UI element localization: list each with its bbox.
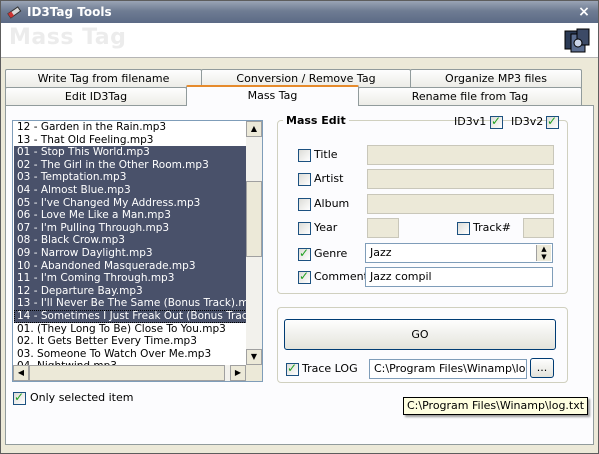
go-button[interactable]: GO xyxy=(284,319,556,350)
header-banner: Mass Tag xyxy=(1,23,598,58)
chevron-updown-icon[interactable]: ▲ ▼ xyxy=(536,245,551,261)
list-item[interactable]: 12 - Garden in the Rain.mp3 xyxy=(14,121,247,134)
scroll-thumb[interactable] xyxy=(246,181,262,257)
log-path-field[interactable]: C:\Program Files\Winamp\log.txt xyxy=(369,359,527,379)
list-item[interactable]: 03 - Temptation.mp3 xyxy=(14,171,247,184)
album-field[interactable] xyxy=(367,194,554,214)
list-item[interactable]: 03. Someone To Watch Over Me.mp3 xyxy=(14,348,247,361)
genre-label: Genre xyxy=(314,247,348,260)
list-item[interactable]: 02 - The Girl in the Other Room.mp3 xyxy=(14,158,247,172)
scroll-up-icon[interactable]: ▲ xyxy=(246,121,262,137)
main-window: ID3Tag Tools × Mass Tag Write Tag from f… xyxy=(0,0,599,454)
list-item[interactable]: 11 - I'm Coming Through.mp3 xyxy=(14,272,247,285)
scroll-right-icon[interactable]: ▶ xyxy=(230,365,246,381)
list-item[interactable]: 06 - Love Me Like a Man.mp3 xyxy=(14,209,247,222)
close-icon[interactable]: × xyxy=(576,4,592,20)
list-item[interactable]: 04 - Almost Blue.mp3 xyxy=(14,183,247,197)
trace-log-label: Trace LOG xyxy=(302,362,358,375)
window-title: ID3Tag Tools xyxy=(27,5,112,19)
tab-mass-tag[interactable]: Mass Tag xyxy=(186,85,359,106)
list-item[interactable]: 13 - I'll Never Be The Same (Bonus Track… xyxy=(14,297,247,310)
track-label: Track# xyxy=(473,221,512,234)
log-path-tooltip: C:\Program Files\Winamp\log.txt xyxy=(403,397,589,415)
album-checkbox[interactable] xyxy=(298,198,311,211)
id3v2-label: ID3v2 xyxy=(511,115,544,128)
title-field[interactable] xyxy=(367,145,554,165)
scroll-left-icon[interactable]: ◀ xyxy=(13,365,29,381)
only-selected-checkbox[interactable] xyxy=(13,390,26,405)
app-icon xyxy=(7,6,22,19)
list-item[interactable]: 14 - Sometimes I Just Freak Out (Bonus T… xyxy=(14,309,247,323)
artist-checkbox[interactable] xyxy=(298,173,311,186)
file-list-items: 12 - Garden in the Rain.mp3 13 - That Old… xyxy=(14,121,247,373)
album-label: Album xyxy=(314,197,350,210)
scroll-corner xyxy=(246,365,262,381)
list-item[interactable]: 07 - I'm Pulling Through.mp3 xyxy=(14,221,247,235)
list-item[interactable]: 10 - Abandoned Masquerade.mp3 xyxy=(14,259,247,273)
artist-label: Artist xyxy=(314,172,344,185)
genre-checkbox[interactable] xyxy=(298,246,311,261)
comment-checkbox[interactable] xyxy=(298,269,311,284)
genre-select[interactable]: Jazz ▲ ▼ xyxy=(365,243,553,263)
file-listbox[interactable]: 12 - Garden in the Rain.mp3 13 - That Old… xyxy=(12,120,263,382)
horizontal-scroll-thumb[interactable] xyxy=(29,365,225,381)
id3v1-label: ID3v1 xyxy=(454,115,487,128)
artist-field[interactable] xyxy=(367,169,554,189)
comment-label: Comment xyxy=(314,270,368,283)
title-bar[interactable]: ID3Tag Tools × xyxy=(1,1,598,23)
horizontal-scrollbar[interactable]: ◀ ▶ xyxy=(13,365,246,381)
comment-field[interactable]: Jazz compil xyxy=(365,267,553,287)
title-checkbox[interactable] xyxy=(298,149,311,162)
title-label: Title xyxy=(314,148,338,161)
list-item[interactable]: 09 - Narrow Daylight.mp3 xyxy=(14,246,247,260)
browse-button[interactable]: ... xyxy=(530,358,554,378)
tab-rename-file-from-tag[interactable]: Rename file from Tag xyxy=(358,87,582,106)
track-checkbox[interactable] xyxy=(457,222,470,235)
scroll-down-icon[interactable]: ▼ xyxy=(246,349,262,365)
tab-organize-mp3-files[interactable]: Organize MP3 files xyxy=(410,69,582,88)
trace-log-checkbox[interactable] xyxy=(286,361,299,376)
list-item[interactable]: 01 - Stop This World.mp3 xyxy=(14,146,247,159)
list-item[interactable]: 13 - That Old Feeling.mp3 xyxy=(14,134,247,147)
id3v1-checkbox[interactable] xyxy=(490,114,503,129)
track-field[interactable] xyxy=(523,218,554,238)
list-item[interactable]: 05 - I've Changed My Address.mp3 xyxy=(14,196,247,210)
id3v2-checkbox[interactable] xyxy=(546,114,559,129)
genre-value: Jazz xyxy=(370,246,392,259)
year-checkbox[interactable] xyxy=(298,222,311,235)
vertical-scrollbar[interactable]: ▲ ▼ xyxy=(246,121,262,381)
year-field[interactable] xyxy=(367,218,399,238)
list-item[interactable]: 02. It Gets Better Every Time.mp3 xyxy=(14,335,247,348)
list-item[interactable]: 12 - Departure Bay.mp3 xyxy=(14,284,247,298)
mass-edit-title: Mass Edit xyxy=(283,114,349,127)
list-item[interactable]: 01. (They Long To Be) Close To You.mp3 xyxy=(14,323,247,336)
music-cases-icon xyxy=(564,28,590,53)
tab-edit-id3tag[interactable]: Edit ID3Tag xyxy=(5,87,187,106)
only-selected-label: Only selected item xyxy=(30,391,134,404)
year-label: Year xyxy=(314,221,338,234)
list-item[interactable]: 08 - Black Crow.mp3 xyxy=(14,234,247,247)
page-title: Mass Tag xyxy=(9,25,127,50)
tab-write-tag-from-filename[interactable]: Write Tag from filename xyxy=(5,69,202,88)
